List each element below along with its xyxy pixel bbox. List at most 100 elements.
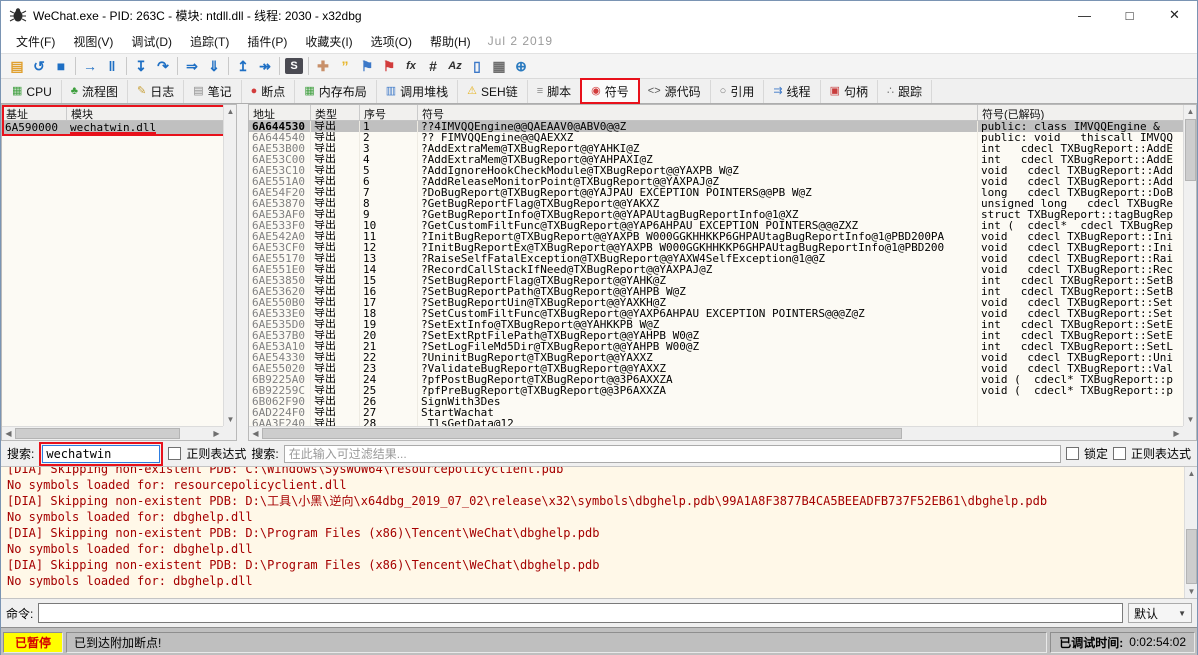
tab-threads[interactable]: ⇉线程 (764, 80, 820, 103)
symbol-row[interactable]: 6AE53CF0导出12?InitBugReportEx@TXBugReport… (249, 242, 1183, 253)
source-mode-icon[interactable]: S (285, 58, 303, 74)
regex-checkbox-2[interactable] (1113, 447, 1126, 460)
scroll-down-button[interactable]: ▼ (224, 413, 237, 426)
case-icon[interactable]: Az (444, 56, 466, 76)
trace-over-icon[interactable]: ⇓ (203, 56, 225, 76)
symbol-row[interactable]: 6AE537B0导出20?SetExtRptFilePath@TXBugRepo… (249, 330, 1183, 341)
scroll-left-button[interactable]: ◀ (249, 427, 262, 440)
column-header-symbol[interactable]: 符号 (418, 105, 978, 120)
symbol-row[interactable]: 6AE55170导出13?RaiseSelfFatalException@TXB… (249, 253, 1183, 264)
tab-script[interactable]: ≡脚本 (528, 80, 581, 103)
symbol-row[interactable]: 6AE535D0导出19?SetExtInfo@TXBugReport@@YAH… (249, 319, 1183, 330)
symbols-vertical-scrollbar[interactable]: ▲ ▼ (1183, 105, 1196, 426)
tab-symbols[interactable]: ◉符号 (581, 79, 639, 103)
scrollbar-thumb[interactable] (1186, 529, 1197, 584)
symbol-row[interactable]: 6AE54F20导出7?DoBugReport@TXBugReport@@YAJ… (249, 187, 1183, 198)
scroll-right-button[interactable]: ▶ (210, 427, 223, 440)
bookmark-icon[interactable]: ⚑ (378, 56, 400, 76)
tab-handles[interactable]: ▣句柄 (821, 80, 878, 103)
symbol-row[interactable]: 6B9225A0导出24?pfPostBugReport@TXBugReport… (249, 374, 1183, 385)
function-icon[interactable]: fx (400, 56, 422, 76)
calculator-icon[interactable]: ▦ (488, 56, 510, 76)
column-header-module[interactable]: 模块 (67, 105, 236, 120)
column-header-address[interactable]: 地址 (249, 105, 311, 120)
symbol-row[interactable]: 6B062F90导出26SignWith3Des (249, 396, 1183, 407)
trace-into-icon[interactable]: ⇒ (181, 56, 203, 76)
tab-seh[interactable]: ⚠SEH链 (458, 80, 528, 103)
scroll-down-button[interactable]: ▼ (1184, 413, 1197, 426)
symbol-row[interactable]: 6AE533E0导出18?SetCustomFiltFunc@TXBugRepo… (249, 308, 1183, 319)
step-into-icon[interactable]: ↧ (130, 56, 152, 76)
scroll-right-button[interactable]: ▶ (1170, 427, 1183, 440)
step-over-icon[interactable]: ↷ (152, 56, 174, 76)
scroll-down-button[interactable]: ▼ (1185, 585, 1197, 598)
tab-trace[interactable]: ∴跟踪 (878, 80, 932, 103)
hash-icon[interactable]: # (422, 56, 444, 76)
symbol-row[interactable]: 6AE53870导出8?GetBugReportFlag@TXBugReport… (249, 198, 1183, 209)
scroll-up-button[interactable]: ▲ (1184, 105, 1197, 118)
stop-icon[interactable]: ■ (50, 56, 72, 76)
module-row[interactable]: 6A590000wechatwin.dll (2, 121, 236, 134)
tab-breakpoints[interactable]: ●断点 (242, 80, 296, 103)
column-header-decoded[interactable]: 符号(已解码) (978, 105, 1183, 120)
minimize-button[interactable]: — (1062, 1, 1107, 29)
scroll-up-button[interactable]: ▲ (1185, 467, 1197, 480)
scrollbar-thumb[interactable] (15, 428, 180, 439)
symbol-row[interactable]: 6AE53B00导出3?AddExtraMem@TXBugReport@@YAH… (249, 143, 1183, 154)
label-icon[interactable]: ⚑ (356, 56, 378, 76)
column-header-ordinal[interactable]: 序号 (360, 105, 418, 120)
patch-icon[interactable]: ✚ (312, 56, 334, 76)
symbol-row[interactable]: 6AE542A0导出11?InitBugReport@TXBugReport@@… (249, 231, 1183, 242)
run-to-user-code-icon[interactable]: ↠ (254, 56, 276, 76)
scroll-left-button[interactable]: ◀ (2, 427, 15, 440)
panel-splitter[interactable] (237, 104, 248, 441)
scroll-up-button[interactable]: ▲ (224, 105, 237, 118)
symbol-row[interactable]: 6AD224F0导出27StartWachat (249, 407, 1183, 418)
column-header-base[interactable]: 基址 (2, 105, 67, 120)
execute-till-return-icon[interactable]: ↥ (232, 56, 254, 76)
profile-dropdown[interactable]: 默认 ▼ (1128, 603, 1192, 623)
modules-horizontal-scrollbar[interactable]: ◀ ▶ (2, 426, 223, 440)
symbol-row[interactable]: 6AE54330导出22?UninitBugReport@TXBugReport… (249, 352, 1183, 363)
maximize-button[interactable]: □ (1107, 1, 1152, 29)
comment-icon[interactable]: ” (334, 56, 356, 76)
scrollbar-thumb[interactable] (262, 428, 902, 439)
restart-icon[interactable]: ↺ (28, 56, 50, 76)
menu-file[interactable]: 文件(F) (7, 30, 64, 53)
symbol-row[interactable]: 6AE551E0导出14?RecordCallStackIfNeed@TXBug… (249, 264, 1183, 275)
menu-debug[interactable]: 调试(D) (122, 30, 181, 53)
close-button[interactable]: ✕ (1152, 1, 1197, 29)
device-icon[interactable]: ▯ (466, 56, 488, 76)
menu-help[interactable]: 帮助(H) (421, 30, 480, 53)
symbol-row[interactable]: 6AE533F0导出10?GetCustomFiltFunc@TXBugRepo… (249, 220, 1183, 231)
lock-checkbox[interactable] (1066, 447, 1079, 460)
pause-icon[interactable]: ‖ (101, 56, 123, 76)
open-file-icon[interactable]: ▤ (6, 56, 28, 76)
symbol-row[interactable]: 6AE550B0导出17?SetBugReportUin@TXBugReport… (249, 297, 1183, 308)
regex-checkbox-1[interactable] (168, 447, 181, 460)
filter-search-input[interactable] (284, 445, 1061, 463)
symbol-row[interactable]: 6AE53C00导出4?AddExtraMem@TXBugReport@@YAH… (249, 154, 1183, 165)
column-header-type[interactable]: 类型 (311, 105, 360, 120)
tab-source[interactable]: <>源代码 (639, 80, 711, 103)
log-vertical-scrollbar[interactable]: ▲ ▼ (1184, 467, 1197, 598)
symbol-row[interactable]: 6AE53620导出16?SetBugReportPath@TXBugRepor… (249, 286, 1183, 297)
scrollbar-thumb[interactable] (1185, 119, 1196, 181)
command-input[interactable] (38, 603, 1123, 623)
tab-log[interactable]: ✎日志 (128, 80, 184, 103)
symbols-horizontal-scrollbar[interactable]: ◀ ▶ (249, 426, 1183, 440)
tab-call-stack[interactable]: ▥调用堆栈 (377, 80, 458, 103)
tab-memory-map[interactable]: ▦内存布局 (295, 80, 376, 103)
symbol-row[interactable]: 6AE55020导出23?ValidateBugReport@TXBugRepo… (249, 363, 1183, 374)
module-search-input[interactable] (42, 445, 160, 463)
globe-icon[interactable]: ⊕ (510, 56, 532, 76)
menu-view[interactable]: 视图(V) (64, 30, 122, 53)
symbol-row[interactable]: 6AE53AF0导出9?GetBugReportInfo@TXBugReport… (249, 209, 1183, 220)
menu-plugins[interactable]: 插件(P) (238, 30, 296, 53)
symbol-row[interactable]: 6AE53A10导出21?SetLogFileMd5Dir@TXBugRepor… (249, 341, 1183, 352)
symbol-row[interactable]: 6A644540导出2??_FIMVQQEngine@@QAEXXZpublic… (249, 132, 1183, 143)
tab-references[interactable]: ○引用 (711, 80, 765, 103)
menu-favourites[interactable]: 收藏夹(I) (296, 30, 361, 53)
tab-cpu[interactable]: ▦CPU (3, 80, 62, 103)
modules-vertical-scrollbar[interactable]: ▲ ▼ (223, 105, 236, 426)
